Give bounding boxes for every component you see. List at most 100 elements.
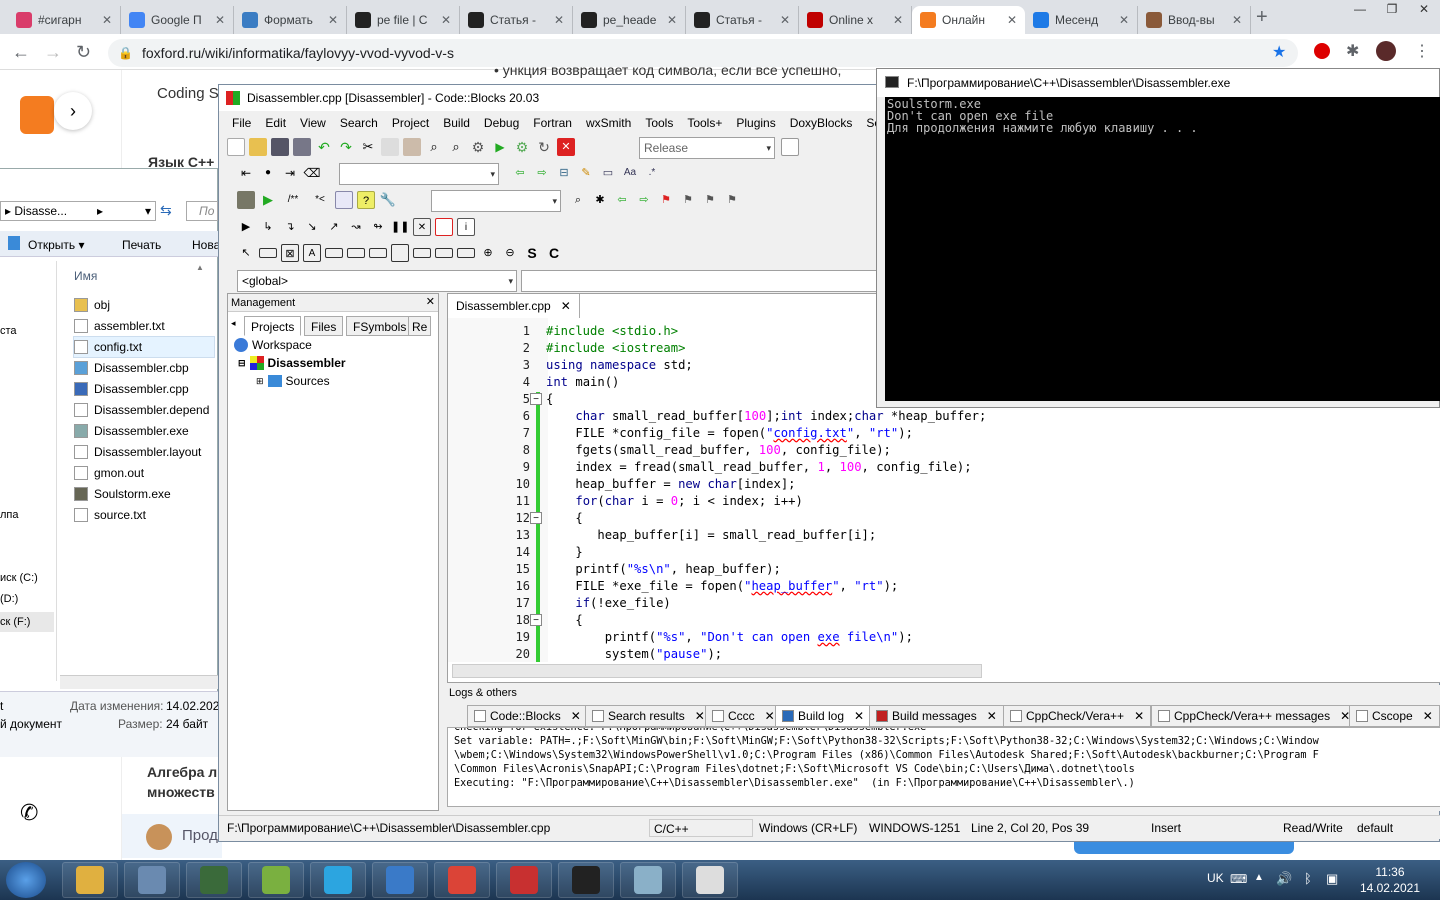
find-icon[interactable]: ⌕	[425, 138, 443, 156]
settings-symbol-icon[interactable]: ✱	[591, 191, 609, 209]
codeblocks-app[interactable]	[496, 862, 552, 898]
restore-icon[interactable]: ❐	[1376, 0, 1408, 20]
browser-tab[interactable]: Online x ✕	[799, 6, 912, 34]
build-run-icon[interactable]: ⚙	[513, 138, 531, 156]
flag-clear-icon[interactable]: ⚑	[723, 191, 741, 209]
file-list-item[interactable]: Disassembler.exe	[74, 421, 189, 441]
extensions-icon[interactable]: ✱	[1346, 41, 1359, 61]
file-list-item[interactable]: Disassembler.cpp	[74, 379, 189, 399]
path-text[interactable]: Disasse...	[14, 204, 67, 218]
avatar[interactable]	[1376, 41, 1396, 61]
file-list-item[interactable]: assembler.txt	[74, 316, 165, 336]
log-tab[interactable]: Search results ✕	[585, 705, 712, 727]
notepadpp-app[interactable]	[248, 862, 304, 898]
info-icon[interactable]: i	[457, 218, 475, 236]
start-button[interactable]	[6, 862, 46, 898]
close-log-tab-icon[interactable]: ✕	[854, 705, 864, 727]
telegram-app[interactable]	[310, 862, 366, 898]
nav-label-0[interactable]: ста	[0, 325, 17, 337]
back-icon[interactable]: ←	[12, 42, 30, 63]
file-list-item[interactable]: Disassembler.layout	[74, 442, 201, 462]
html-icon[interactable]	[335, 191, 353, 209]
debug-run-icon[interactable]: ▶	[237, 218, 255, 236]
close-tab-icon[interactable]: ✕	[893, 13, 903, 27]
sizer-v-icon[interactable]	[347, 248, 365, 258]
bookmark-star-icon[interactable]: ★	[1272, 42, 1286, 62]
arrow-right-icon[interactable]: ⇨	[635, 191, 653, 209]
notes-app[interactable]	[620, 862, 676, 898]
keyboard-icon[interactable]: ⌨	[1230, 872, 1247, 886]
explorer-hscroll[interactable]	[60, 675, 218, 689]
match-icon[interactable]: ⊟	[555, 164, 573, 182]
copy-icon[interactable]	[381, 138, 399, 156]
menu-item[interactable]: Project	[385, 113, 436, 133]
file-list-item[interactable]: obj	[74, 295, 110, 315]
search-symbol-icon[interactable]: ⌕	[569, 191, 587, 209]
stop-icon[interactable]: ✕	[413, 218, 431, 236]
log-tab[interactable]: Build messages ✕	[869, 705, 1004, 727]
path-chevron-icon[interactable]: ▸	[97, 204, 103, 218]
spacer-icon[interactable]	[413, 248, 431, 258]
target-options-icon[interactable]	[781, 138, 799, 156]
file-list-item[interactable]: Disassembler.cbp	[74, 358, 189, 378]
page-blue-button[interactable]	[1074, 840, 1294, 854]
frame-icon[interactable]	[259, 248, 277, 258]
close-log-tab-icon[interactable]: ✕	[571, 705, 581, 727]
editor-hscroll[interactable]	[452, 664, 982, 678]
step-out-icon[interactable]: ↗	[325, 218, 343, 236]
nav-label-4[interactable]: ск (F:)	[0, 612, 54, 632]
close-log-tab-icon[interactable]: ✕	[765, 705, 775, 727]
settings-app[interactable]	[124, 862, 180, 898]
explorer-app[interactable]	[62, 862, 118, 898]
tab-resources[interactable]: Re	[408, 316, 432, 336]
menu-dots-icon[interactable]: ⋮	[1414, 41, 1430, 61]
close-tab-icon[interactable]: ✕	[1232, 13, 1242, 27]
run-icon[interactable]: ▶	[491, 138, 509, 156]
save-icon[interactable]	[271, 138, 289, 156]
expand-icon[interactable]: ⊞	[256, 376, 264, 387]
log-tab[interactable]: Build log ✕	[775, 705, 872, 727]
close-tab-icon[interactable]: ✕	[1007, 13, 1017, 27]
tray-arrow-icon[interactable]: ▲	[1254, 872, 1264, 883]
close-log-tab-icon[interactable]: ✕	[1423, 705, 1433, 727]
open-file-icon[interactable]	[249, 138, 267, 156]
terminal-app[interactable]	[186, 862, 242, 898]
bug-app[interactable]	[558, 862, 614, 898]
menu-item[interactable]: Tools+	[680, 113, 729, 133]
close-log-tab-icon[interactable]: ✕	[987, 705, 997, 727]
next-line-icon[interactable]: ↴	[281, 218, 299, 236]
column-name-header[interactable]: Имя	[74, 269, 97, 283]
browser-tab[interactable]: pe file | С ✕	[347, 6, 460, 34]
log-tab[interactable]: CppCheck/Vera++ messages ✕	[1151, 705, 1358, 727]
browser-tab[interactable]: Статья - ✕	[460, 6, 573, 34]
close-log-tab-icon[interactable]: ✕	[1134, 705, 1144, 727]
zoom-out-icon[interactable]: ⊖	[501, 244, 519, 262]
minimize-icon[interactable]: —	[1344, 0, 1376, 20]
highlight-icon[interactable]: ✎	[577, 164, 595, 182]
clear-icon[interactable]: ⌫	[303, 164, 321, 182]
text-icon[interactable]: A	[303, 244, 321, 262]
redo-icon[interactable]: ↷	[337, 138, 355, 156]
jump-forward-icon[interactable]: ⇥	[281, 164, 299, 182]
replace-icon[interactable]: ⌕	[447, 138, 465, 156]
undo-icon[interactable]: ↶	[315, 138, 333, 156]
page-sets[interactable]: множеств	[147, 784, 215, 800]
menu-item[interactable]: Fortran	[526, 113, 579, 133]
tab-projects[interactable]: Projects	[244, 316, 302, 336]
chevron-right-icon[interactable]: ›	[54, 92, 92, 130]
function-select[interactable]	[521, 270, 881, 292]
search-combo[interactable]: ▾	[339, 163, 499, 185]
page-coding-label[interactable]: Coding S	[157, 85, 219, 102]
prev-icon[interactable]: ⇦	[511, 164, 529, 182]
page-algebra[interactable]: Алгебра л	[147, 764, 217, 780]
browser-tab[interactable]: pe_heade ✕	[573, 6, 686, 34]
sizer-box-icon[interactable]	[391, 244, 409, 262]
symbol-combo[interactable]: ▾	[431, 190, 561, 212]
tab-fsymbols[interactable]: FSymbols	[346, 316, 414, 336]
volume-icon[interactable]: 🔊	[1276, 871, 1292, 887]
new-file-icon[interactable]	[227, 138, 245, 156]
fold-icon[interactable]: −	[530, 614, 542, 626]
nav-label-2[interactable]: иск (C:)	[0, 572, 38, 584]
language-indicator[interactable]: UK	[1207, 871, 1224, 885]
close-tab-icon[interactable]: ✕	[1119, 13, 1129, 27]
